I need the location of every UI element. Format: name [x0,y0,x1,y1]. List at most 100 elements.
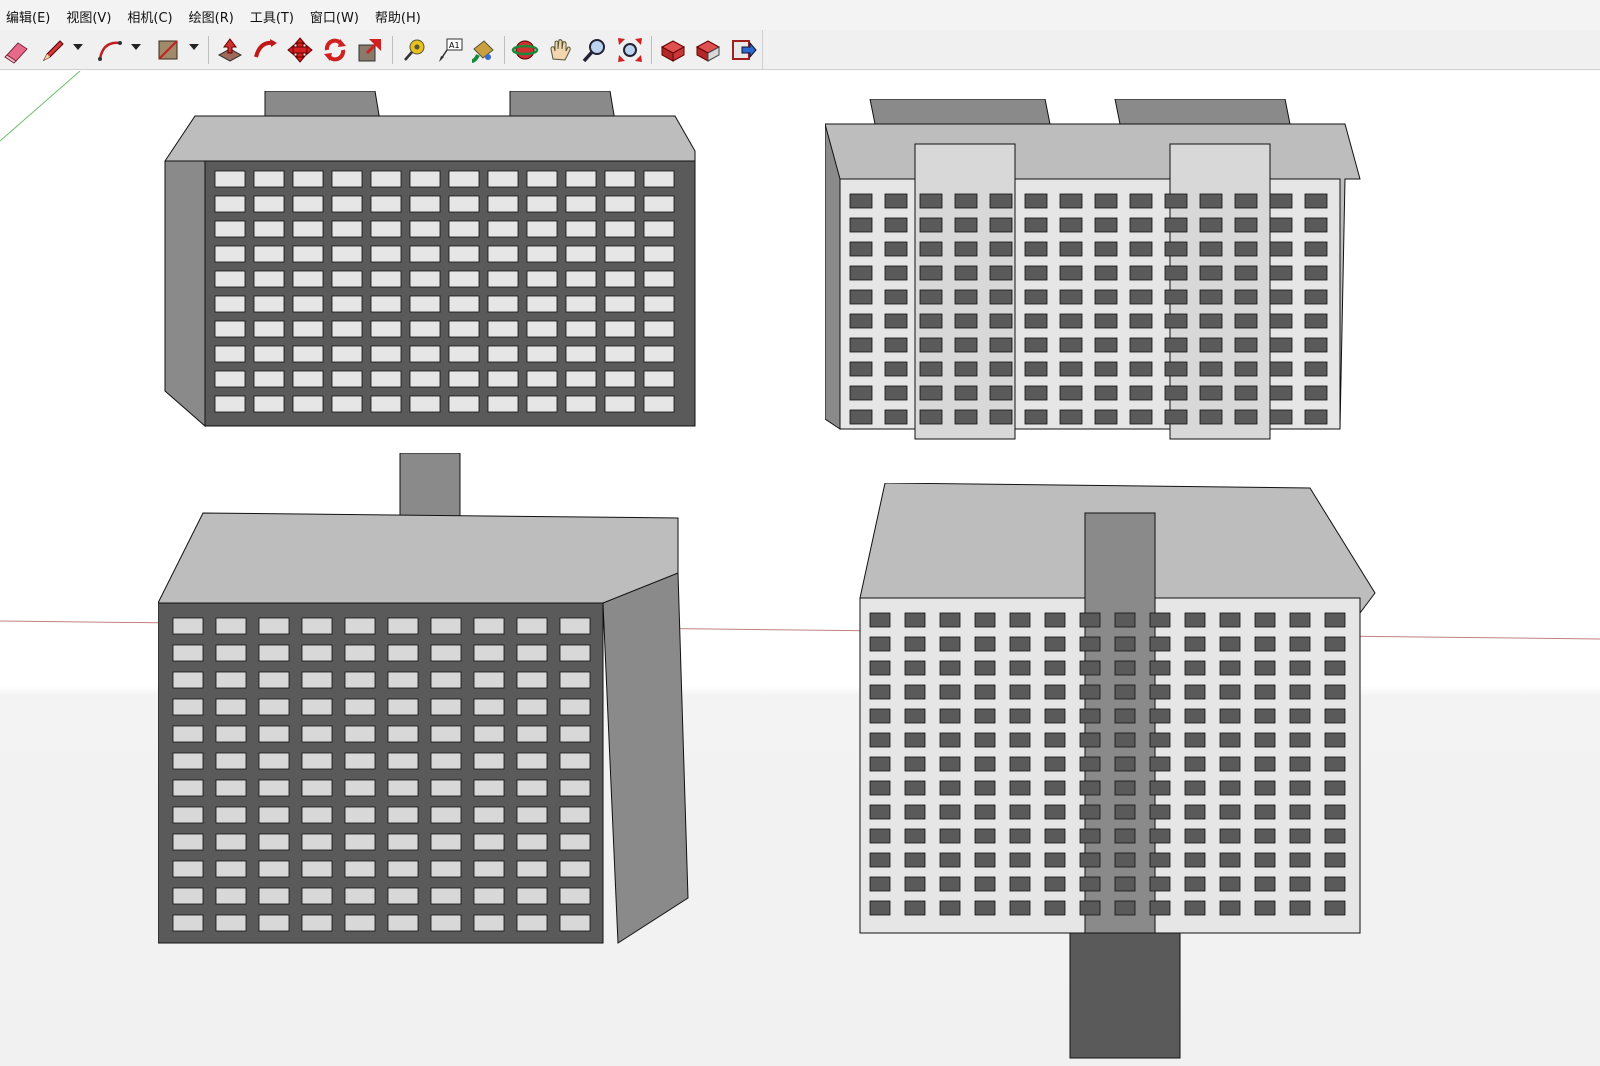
window [1079,828,1101,844]
follow-me-icon[interactable] [250,35,280,65]
window [1009,732,1031,748]
menu-view[interactable]: 视图(V) [64,10,119,30]
building-bottom-right[interactable] [850,483,1380,1063]
window [904,684,926,700]
window [409,295,441,313]
window [1219,852,1241,868]
building-top-right[interactable] [825,99,1365,444]
window [387,887,419,905]
toolbar-edge [762,30,763,70]
window [1024,289,1048,305]
pencil-dropdown-arrow[interactable] [73,44,83,50]
orbit-icon[interactable] [510,35,540,65]
tape-measure-icon[interactable] [400,35,430,65]
window [1044,780,1066,796]
zoom-icon[interactable] [580,35,610,65]
shape-dropdown-arrow[interactable] [189,44,199,50]
building-bottom-left[interactable] [158,453,693,953]
window [643,395,675,413]
window [258,698,290,716]
move-icon[interactable] [285,35,315,65]
building-top-left[interactable] [155,91,705,436]
window [370,220,402,238]
window [954,289,978,305]
window [1009,612,1031,628]
window [1149,876,1171,892]
get-models-icon[interactable] [693,35,723,65]
window [869,660,891,676]
window [172,644,204,662]
warehouse-icon[interactable] [658,35,688,65]
window [1234,289,1258,305]
window [643,270,675,288]
window [643,370,675,388]
scale-icon[interactable] [355,35,385,65]
pencil-icon[interactable] [38,35,68,65]
viewport-canvas[interactable] [0,71,1600,1066]
rotate-icon[interactable] [320,35,350,65]
window [1324,660,1346,676]
window [884,217,908,233]
window [1289,708,1311,724]
window [604,320,636,338]
window [1044,660,1066,676]
window [1289,828,1311,844]
window [1254,852,1276,868]
window [1184,684,1206,700]
window [331,245,363,263]
eraser-icon[interactable] [2,35,32,65]
shape-icon[interactable] [153,35,183,65]
window [919,265,943,281]
menu-edit[interactable]: 编辑(E) [4,10,58,30]
window [344,833,376,851]
window [1184,876,1206,892]
window [1044,732,1066,748]
window [1114,876,1136,892]
window [1184,612,1206,628]
menu-draw[interactable]: 绘图(R) [187,10,242,30]
window [1044,900,1066,916]
window [301,698,333,716]
window [1254,708,1276,724]
menu-window[interactable]: 窗口(W) [308,10,367,30]
window [301,617,333,635]
window [516,617,548,635]
zoom-extents-icon[interactable] [615,35,645,65]
window [1304,241,1328,257]
window [1009,900,1031,916]
menu-camera[interactable]: 相机(C) [125,10,180,30]
push-pull-icon[interactable] [215,35,245,65]
pan-icon[interactable] [545,35,575,65]
window [904,900,926,916]
window [1324,900,1346,916]
window [301,779,333,797]
window [1009,660,1031,676]
window [473,698,505,716]
window [1059,217,1083,233]
window [215,833,247,851]
window [1129,409,1153,425]
menu-help[interactable]: 帮助(H) [373,10,429,30]
window [258,752,290,770]
arc-dropdown-arrow[interactable] [131,44,141,50]
window [1114,900,1136,916]
paint-bucket-icon[interactable] [468,35,498,65]
window [1324,684,1346,700]
window [215,887,247,905]
window [1129,217,1153,233]
window [1009,756,1031,772]
text-label-icon[interactable]: A1 [435,35,465,65]
window [387,725,419,743]
share-model-icon[interactable] [728,35,758,65]
window [919,241,943,257]
menu-tools[interactable]: 工具(T) [248,10,302,30]
arc-icon[interactable] [95,35,125,65]
window [989,289,1013,305]
window [849,337,873,353]
window [1009,684,1031,700]
window [258,644,290,662]
window [869,756,891,772]
toolbar-separator [504,36,505,64]
window [904,636,926,652]
window [559,779,591,797]
